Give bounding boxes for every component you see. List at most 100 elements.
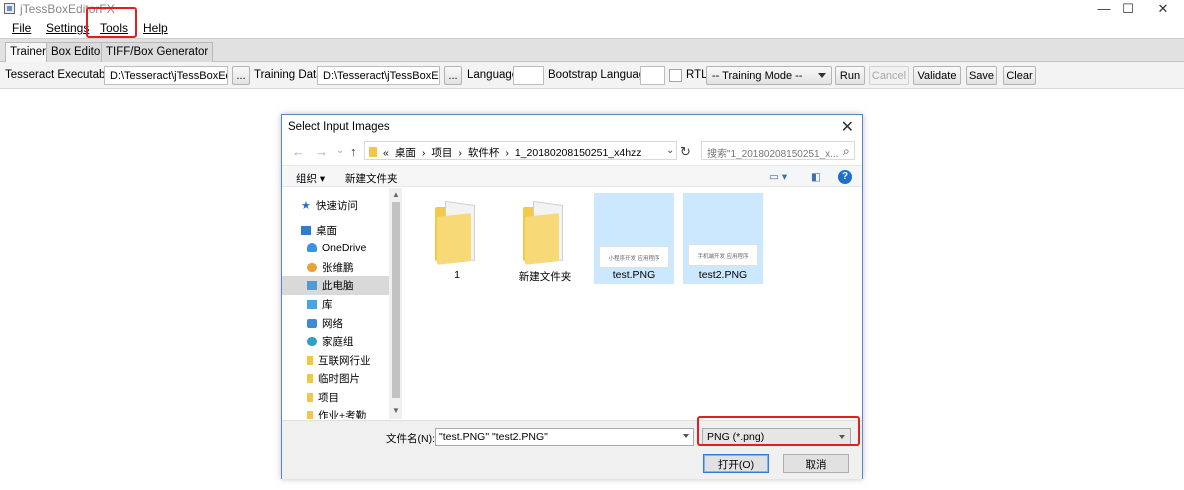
rtl-label: RTL [686, 69, 708, 81]
scroll-down-icon[interactable]: ▼ [392, 406, 400, 415]
path-desktop[interactable]: 桌面 [395, 147, 416, 159]
nav-label: 快速访问 [316, 200, 358, 212]
highlight-tools-menu [86, 7, 137, 38]
run-button[interactable]: Run [835, 66, 865, 85]
training-data-label: Training Data [254, 69, 323, 81]
command-bar: 组织 ▾ 新建文件夹 ▭ ▾ ◧ ? [282, 165, 862, 187]
tab-tiff-box-generator[interactable]: TIFF/Box Generator [101, 42, 214, 63]
folder-icon [523, 200, 563, 265]
user-icon [307, 263, 317, 272]
bootstrap-language-field[interactable] [640, 66, 665, 85]
address-bar-row: ← → ⌄ ↑ « 桌面 › 项目 › 软件杯 › 1_20180208150251_x4hz… [282, 140, 862, 164]
back-arrow-icon[interactable]: ← [292, 144, 305, 159]
file-item-image[interactable]: 小程序开发 应用程序 test.PNG [594, 193, 674, 284]
nav-onedrive[interactable]: OneDrive [307, 242, 366, 254]
training-data-field[interactable]: D:\Tesseract\jTessBoxEdit [317, 66, 440, 85]
new-folder-button[interactable]: 新建文件夹 [345, 171, 398, 186]
dialog-cancel-button[interactable]: 取消 [783, 454, 849, 473]
help-icon[interactable]: ? [838, 170, 852, 184]
nav-label: 张维鹏 [322, 262, 354, 274]
language-field[interactable] [513, 66, 544, 85]
rtl-checkbox[interactable] [669, 69, 682, 82]
training-mode-select[interactable]: -- Training Mode -- [706, 66, 832, 85]
homegroup-icon [307, 337, 317, 346]
search-input[interactable]: 搜索"1_20180208150251_x... [701, 141, 855, 160]
view-mode-icon[interactable]: ▭ ▾ [769, 171, 787, 183]
dialog-title: Select Input Images [288, 121, 390, 133]
desktop-icon [301, 226, 311, 235]
close-window-button[interactable]: ✕ [1148, 0, 1178, 18]
tesseract-executables-field[interactable]: D:\Tesseract\jTessBoxEdit [104, 66, 228, 85]
folder-icon [307, 374, 313, 383]
nav-folder[interactable]: 互联网行业 [307, 353, 371, 368]
tab-bar: Trainer Box Editor TIFF/Box Generator [0, 38, 1184, 63]
up-arrow-icon[interactable]: ↑ [350, 144, 357, 159]
nav-desktop[interactable]: 桌面 [301, 223, 337, 238]
computer-icon [307, 281, 317, 290]
file-name: test.PNG [612, 269, 656, 281]
network-icon [307, 319, 317, 328]
folder-icon [307, 393, 313, 402]
open-button[interactable]: 打开(O) [703, 454, 769, 473]
nav-folder[interactable]: 临时图片 [307, 371, 360, 386]
nav-scrollbar-thumb[interactable] [392, 202, 400, 398]
nav-label: 临时图片 [318, 373, 360, 385]
nav-homegroup[interactable]: 家庭组 [307, 334, 354, 349]
path-software-cup[interactable]: 软件杯 [468, 147, 500, 159]
tab-trainer[interactable]: Trainer [5, 42, 51, 63]
menu-settings[interactable]: Settings [46, 21, 89, 35]
refresh-icon[interactable]: ↻ [680, 144, 691, 160]
file-item-folder[interactable]: 新建文件夹 [505, 193, 585, 284]
nav-network[interactable]: 网络 [307, 316, 343, 331]
nav-libraries[interactable]: 库 [307, 297, 333, 312]
title-bar: jTessBoxEditorFX — ☐ ✕ [0, 0, 1184, 18]
nav-label: 库 [322, 299, 333, 311]
filename-input[interactable]: "test.PNG" "test2.PNG" [435, 428, 694, 446]
file-item-image[interactable]: 手机端开发 应用程序 test2.PNG [683, 193, 763, 284]
path-project[interactable]: 项目 [431, 147, 452, 159]
path-current-folder[interactable]: 1_20180208150251_x4hzz [515, 147, 642, 159]
forward-arrow-icon[interactable]: → [315, 144, 328, 159]
nav-label: 互联网行业 [318, 355, 371, 367]
scroll-up-icon[interactable]: ▲ [392, 190, 400, 199]
nav-folder[interactable]: 项目 [307, 390, 339, 405]
language-label: Language [467, 69, 519, 81]
address-path[interactable]: « 桌面 › 项目 › 软件杯 › 1_20180208150251_x4hzz [364, 141, 677, 160]
preview-pane-icon[interactable]: ◧ [811, 171, 821, 183]
browse-executables-button[interactable]: ... [232, 66, 250, 85]
save-button[interactable]: Save [966, 66, 997, 85]
app-window: jTessBoxEditorFX — ☐ ✕ File Settings Too… [0, 0, 1184, 490]
nav-folder[interactable]: 作业+考勤 [307, 408, 366, 419]
file-name: 1 [454, 269, 460, 281]
path-overflow[interactable]: « [383, 147, 389, 159]
search-icon[interactable]: ⌕ [843, 144, 850, 159]
path-dropdown-icon[interactable]: ⌄ [666, 145, 674, 156]
image-thumbnail: 手机端开发 应用程序 [688, 244, 758, 266]
path-sep: › [458, 147, 462, 159]
clear-button[interactable]: Clear [1003, 66, 1036, 85]
menu-help[interactable]: Help [143, 21, 168, 35]
dialog-close-button[interactable]: ✕ [841, 117, 854, 137]
file-item-folder[interactable]: 1 [417, 193, 497, 284]
recent-locations-icon[interactable]: ⌄ [336, 145, 344, 156]
maximize-button[interactable]: ☐ [1113, 0, 1143, 18]
nav-this-pc[interactable]: 此电脑 [282, 276, 389, 295]
menu-file[interactable]: File [12, 21, 31, 35]
bootstrap-language-label: Bootstrap Language [548, 69, 652, 81]
validate-button[interactable]: Validate [913, 66, 961, 85]
nav-label: 作业+考勤 [318, 410, 367, 419]
tab-box-editor[interactable]: Box Editor [46, 42, 110, 63]
file-name: test2.PNG [698, 269, 748, 281]
cloud-icon [307, 243, 317, 252]
app-icon [4, 3, 15, 14]
folder-icon [369, 147, 377, 157]
nav-quick-access[interactable]: ★ 快速访问 [301, 198, 358, 213]
organize-menu[interactable]: 组织 ▾ [296, 171, 325, 186]
library-icon [307, 300, 317, 309]
cancel-button[interactable]: Cancel [869, 66, 909, 85]
browse-training-data-button[interactable]: ... [444, 66, 462, 85]
nav-label: 项目 [318, 392, 339, 404]
nav-label: 此电脑 [322, 280, 354, 292]
nav-user[interactable]: 张维鹏 [307, 260, 354, 275]
chevron-down-icon[interactable] [683, 434, 689, 438]
